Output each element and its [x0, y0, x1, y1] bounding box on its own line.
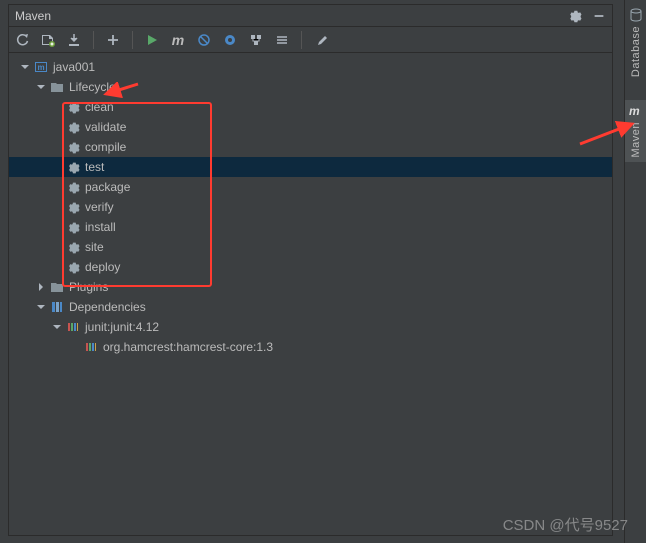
lifecycle-item-test[interactable]: test — [9, 157, 612, 177]
side-tab-label: Maven — [630, 122, 642, 158]
tree-lifecycle[interactable]: Lifecycle — [9, 77, 612, 97]
gear-icon — [65, 259, 81, 275]
lifecycle-item-verify[interactable]: verify — [9, 197, 612, 217]
lifecycle-item-clean[interactable]: clean — [9, 97, 612, 117]
tree-label: junit:junit:4.12 — [85, 320, 159, 334]
gear-icon — [65, 179, 81, 195]
offline-button[interactable] — [221, 31, 239, 49]
lifecycle-label: site — [85, 240, 104, 254]
generate-button[interactable] — [39, 31, 57, 49]
tree-plugins[interactable]: Plugins — [9, 277, 612, 297]
panel-header: Maven — [9, 5, 612, 27]
tree-label: Dependencies — [69, 300, 146, 314]
tree-dep-junit[interactable]: junit:junit:4.12 — [9, 317, 612, 337]
run-button[interactable] — [143, 31, 161, 49]
lifecycle-label: deploy — [85, 260, 120, 274]
dependency-icon — [65, 319, 81, 335]
lifecycle-item-site[interactable]: site — [9, 237, 612, 257]
svg-text:m: m — [37, 63, 44, 72]
side-tab-maven[interactable]: m Maven — [625, 100, 646, 162]
lifecycle-label: test — [85, 160, 104, 174]
side-tab-label: Database — [630, 26, 642, 77]
gear-icon — [65, 99, 81, 115]
reimport-button[interactable] — [13, 31, 31, 49]
lifecycle-label: install — [85, 220, 116, 234]
gear-icon — [65, 119, 81, 135]
tree-root[interactable]: m java001 — [9, 57, 612, 77]
toolbar: m — [9, 27, 612, 53]
lifecycle-label: validate — [85, 120, 126, 134]
lifecycle-item-package[interactable]: package — [9, 177, 612, 197]
lifecycle-item-install[interactable]: install — [9, 217, 612, 237]
lifecycle-label: compile — [85, 140, 126, 154]
skip-tests-button[interactable] — [195, 31, 213, 49]
gear-icon[interactable] — [568, 9, 582, 23]
lifecycle-item-validate[interactable]: validate — [9, 117, 612, 137]
lifecycle-item-compile[interactable]: compile — [9, 137, 612, 157]
tree-dependencies[interactable]: Dependencies — [9, 297, 612, 317]
side-rail: Database m Maven — [624, 0, 646, 543]
chevron-right-icon[interactable] — [35, 281, 47, 293]
tree-label: Plugins — [69, 280, 108, 294]
chevron-down-icon[interactable] — [35, 81, 47, 93]
library-icon — [49, 299, 65, 315]
lifecycle-label: package — [85, 180, 130, 194]
chevron-down-icon[interactable] — [35, 301, 47, 313]
lifecycle-label: clean — [85, 100, 114, 114]
panel-title: Maven — [15, 9, 51, 23]
watermark: CSDN @代号9527 — [503, 514, 628, 535]
download-button[interactable] — [65, 31, 83, 49]
lifecycle-label: verify — [85, 200, 114, 214]
tree-label: Lifecycle — [69, 80, 116, 94]
gear-icon — [65, 139, 81, 155]
chevron-down-icon[interactable] — [51, 321, 63, 333]
tree-label: org.hamcrest:hamcrest-core:1.3 — [103, 340, 273, 354]
maven-goal-button[interactable]: m — [169, 31, 187, 49]
gear-icon — [65, 159, 81, 175]
gear-icon — [65, 239, 81, 255]
module-icon: m — [33, 59, 49, 75]
tree-label: java001 — [53, 60, 95, 74]
add-button[interactable] — [104, 31, 122, 49]
maven-panel: Maven m m java001 Lifecycle — [8, 4, 613, 536]
gear-icon — [65, 219, 81, 235]
maven-icon: m — [629, 104, 643, 118]
tree-dep-hamcrest[interactable]: org.hamcrest:hamcrest-core:1.3 — [9, 337, 612, 357]
folder-icon — [49, 79, 65, 95]
minimize-icon[interactable] — [592, 9, 606, 23]
folder-icon — [49, 279, 65, 295]
lifecycle-item-deploy[interactable]: deploy — [9, 257, 612, 277]
side-tab-database[interactable]: Database — [625, 4, 646, 82]
show-deps-button[interactable] — [247, 31, 265, 49]
dependency-icon — [83, 339, 99, 355]
settings-button[interactable] — [312, 31, 330, 49]
tree[interactable]: m java001 Lifecycle clean validate compile… — [9, 53, 612, 535]
gear-icon — [65, 199, 81, 215]
chevron-down-icon[interactable] — [19, 61, 31, 73]
collapse-button[interactable] — [273, 31, 291, 49]
database-icon — [629, 8, 643, 22]
